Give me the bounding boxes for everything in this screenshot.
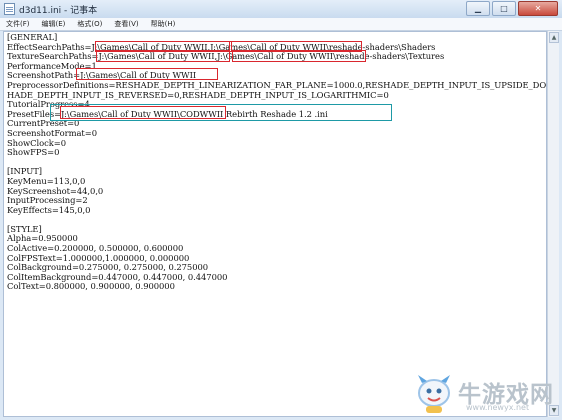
minimize-button[interactable]: ▁ xyxy=(466,1,490,16)
window-title: d3d11.ini - 记事本 xyxy=(19,6,98,16)
text-line: [INPUT] xyxy=(7,166,42,177)
text-line: KeyEffects=145,0,0 xyxy=(7,204,91,215)
menu-format[interactable]: 格式(O) xyxy=(71,18,108,30)
watermark-url: www.newyx.net xyxy=(466,403,530,412)
text-line: ShowFPS=0 xyxy=(7,147,60,158)
watermark: 牛游戏网 www.newyx.net xyxy=(414,371,560,417)
window-controls: ▁ □ ✕ xyxy=(464,1,558,16)
text-line: KeyScreenshot=44,0,0 xyxy=(7,185,104,196)
highlight-box xyxy=(232,50,366,62)
menu-edit[interactable]: 编辑(E) xyxy=(36,18,72,30)
text-line xyxy=(7,158,546,168)
maximize-icon: □ xyxy=(500,4,508,13)
minimize-icon: ▁ xyxy=(474,4,482,13)
close-button[interactable]: ✕ xyxy=(518,1,558,16)
highlight-box xyxy=(96,50,230,62)
scroll-up-icon[interactable]: ▲ xyxy=(549,32,559,43)
menu-bar: 文件(F) 编辑(E) 格式(O) 查看(V) 帮助(H) xyxy=(0,18,562,31)
text-line: [STYLE] xyxy=(7,223,42,234)
mascot-logo-icon xyxy=(418,375,450,413)
text-line: ColText=0.800000, 0.900000, 0.900000 xyxy=(7,281,175,292)
menu-help[interactable]: 帮助(H) xyxy=(145,18,182,30)
notepad-icon xyxy=(4,3,15,15)
menu-file[interactable]: 文件(F) xyxy=(0,18,36,30)
maximize-button[interactable]: □ xyxy=(492,1,516,16)
close-icon: ✕ xyxy=(534,4,542,13)
title-bar: d3d11.ini - 记事本 ▁ □ ✕ xyxy=(0,0,562,18)
text-line: ScreenshotFormat=0 xyxy=(7,127,97,138)
text-editor[interactable]: [GENERAL] EffectSearchPaths=J:\Games\Call… xyxy=(3,31,547,417)
highlight-box-teal xyxy=(50,104,392,121)
text-line: ShowClock=0 xyxy=(7,137,67,148)
vertical-scrollbar[interactable]: ▲ ▼ xyxy=(547,31,559,417)
notepad-window: d3d11.ini - 记事本 ▁ □ ✕ 文件(F) 编辑(E) 格式(O) … xyxy=(0,0,562,420)
text-line xyxy=(7,215,546,225)
menu-view[interactable]: 查看(V) xyxy=(108,18,144,30)
highlight-box xyxy=(76,68,218,80)
